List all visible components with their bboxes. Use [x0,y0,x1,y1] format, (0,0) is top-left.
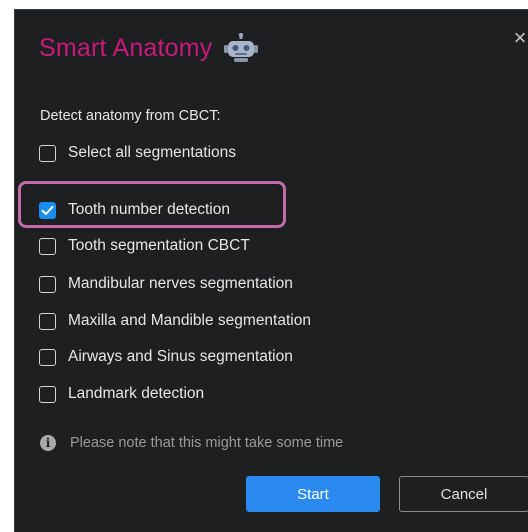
select-all-checkbox-row[interactable]: Select all segmentations [39,141,236,165]
start-button[interactable]: Start [246,476,380,512]
check-icon [41,205,54,215]
info-icon: i [40,435,56,451]
option-label: Mandibular nerves segmentation [68,275,293,292]
smart-anatomy-dialog: Smart Anatomy × Detect anatomy from CBCT… [14,9,528,532]
checkbox[interactable] [39,275,56,293]
option-mandibular-nerves-segmentation[interactable]: Mandibular nerves segmentation [39,272,293,296]
checkbox-checked[interactable] [39,201,56,219]
checkbox[interactable] [39,385,56,403]
note-text: Please note that this might take some ti… [70,435,344,451]
select-all-checkbox[interactable] [39,144,56,162]
select-all-label: Select all segmentations [68,144,237,161]
option-maxilla-mandible-segmentation[interactable]: Maxilla and Mandible segmentation [39,309,311,333]
option-label: Airways and Sinus segmentation [68,348,293,365]
option-tooth-number-detection[interactable]: Tooth number detection [39,198,230,222]
option-landmark-detection[interactable]: Landmark detection [39,382,204,406]
dialog-header: Smart Anatomy [39,28,259,68]
option-label: Tooth number detection [68,201,230,218]
checkbox[interactable] [39,237,56,255]
dialog-title: Smart Anatomy [39,33,213,62]
option-airways-sinus-segmentation[interactable]: Airways and Sinus segmentation [39,345,293,369]
option-label: Tooth segmentation CBCT [68,237,250,254]
close-icon[interactable]: × [510,26,528,50]
option-label: Landmark detection [68,385,205,402]
section-label: Detect anatomy from CBCT: [40,108,221,124]
option-label: Maxilla and Mandible segmentation [68,312,311,329]
checkbox[interactable] [39,348,56,366]
cancel-button[interactable]: Cancel [399,476,528,512]
robot-icon [223,32,259,63]
checkbox[interactable] [39,312,56,330]
time-note: i Please note that this might take some … [40,435,343,451]
option-tooth-segmentation-cbct[interactable]: Tooth segmentation CBCT [39,234,250,258]
